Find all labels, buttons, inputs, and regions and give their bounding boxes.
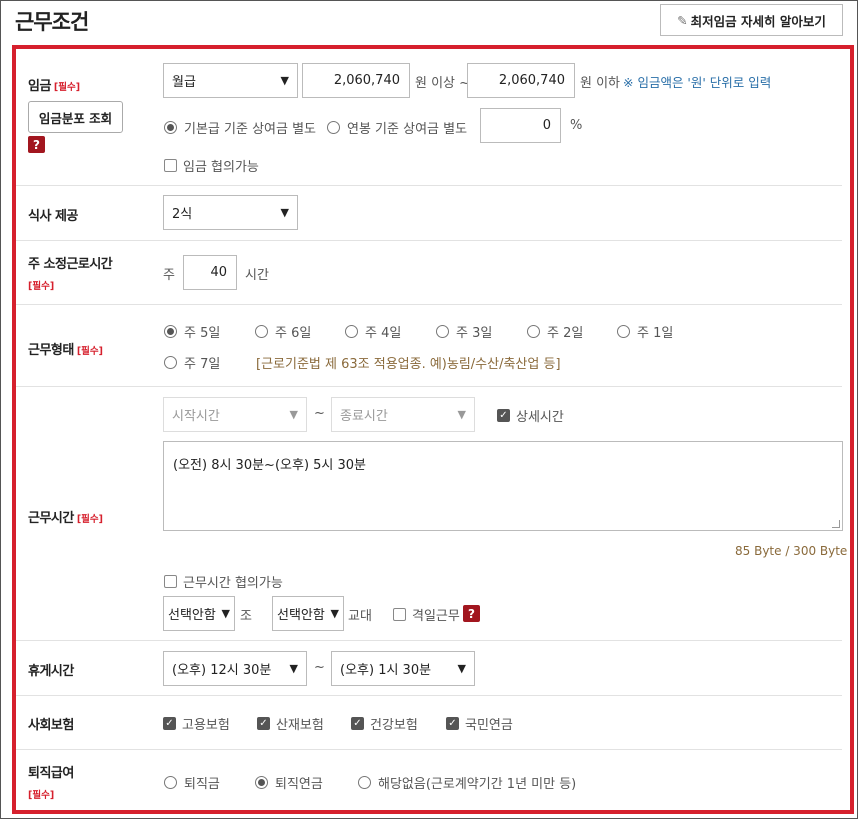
wage-distribution-button[interactable]: 임금분포 조회 [28,101,123,133]
alternate-day-help-icon[interactable]: ? [463,605,480,622]
retirement-radio-none[interactable]: 해당없음(근로계약기간 1년 미만 등) [358,773,576,792]
work-start-select[interactable]: 시작시간 ▼ [163,397,307,432]
divider [16,749,842,750]
chevron-down-icon: ▼ [330,607,339,620]
radio-dot [617,325,630,338]
required-tag: [필수] [28,790,55,801]
wage-max-input[interactable]: 2,060,740 [467,63,575,98]
resize-handle-icon[interactable] [832,520,840,528]
check-icon: ✓ [163,717,176,730]
wage-min-suffix: 원 이상 ~ [415,76,471,91]
chevron-down-icon: ▼ [457,408,466,421]
radio-dot [164,356,177,369]
work-type-radio-2day[interactable]: 주 2일 [527,322,583,341]
check-icon: ✓ [257,717,270,730]
checkbox-box [164,159,177,172]
meal-select[interactable]: 2식 ▼ [163,195,298,230]
percent-unit: % [570,118,583,133]
divider [16,695,842,696]
weekly-hours-input[interactable]: 40 [183,255,237,290]
work-type-radio-3day[interactable]: 주 3일 [436,322,492,341]
detail-time-checkbox[interactable]: ✓ 상세시간 [497,406,564,425]
checkbox-box [164,575,177,588]
required-tag: [필수] [28,281,55,292]
shift-group-suffix: 조 [240,609,252,624]
shift-rotation-suffix: 교대 [348,609,372,624]
wage-help-icon[interactable]: ? [28,136,45,153]
page-title: 근무조건 [15,10,89,34]
divider [16,240,842,241]
checkbox-box [393,608,406,621]
pencil-icon: ✎ [677,12,688,28]
work-type-radio-7day[interactable]: 주 7일 [164,353,220,372]
min-wage-info-label: 최저임금 자세히 알아보기 [690,13,826,29]
check-icon: ✓ [497,409,510,422]
weekly-hours-label: 주 소정근로시간 [28,257,113,272]
work-type-label: 근무형태 [필수] [28,343,104,358]
meal-label: 식사 제공 [28,209,78,224]
work-type-radio-6day[interactable]: 주 6일 [255,322,311,341]
retirement-label: 퇴직급여 [28,766,74,781]
divider [16,386,842,387]
weekly-hours-prefix: 주 [163,268,175,283]
radio-dot [164,325,177,338]
retirement-radio-severance[interactable]: 퇴직금 [164,773,220,792]
work-type-7day-note: [근로기준법 제 63조 적용업종. 예)농림/수산/축산업 등] [256,357,561,372]
work-end-select[interactable]: 종료시간 ▼ [331,397,475,432]
check-icon: ✓ [351,717,364,730]
work-hours-negotiable-checkbox[interactable]: 근무시간 협의가능 [164,572,283,591]
work-hours-label: 근무시간 [필수] [28,511,104,526]
radio-dot [255,325,268,338]
divider [16,304,842,305]
wage-unit-note: ※ 임금액은 '원' 단위로 입력 [623,75,772,90]
retirement-radio-pension[interactable]: 퇴직연금 [255,773,323,792]
health-insurance-checkbox[interactable]: ✓ 건강보험 [351,714,418,733]
alternate-day-checkbox[interactable]: 격일근무 [393,605,460,624]
work-hours-detail-textarea[interactable]: (오전) 8시 30분~(오후) 5시 30분 [163,441,843,531]
shift-group-select[interactable]: 선택안함 ▼ [163,596,235,631]
break-end-select[interactable]: (오후) 1시 30분 ▼ [331,651,475,686]
radio-dot [255,776,268,789]
radio-dot [327,121,340,134]
wage-max-suffix: 원 이하 [580,76,621,91]
min-wage-info-button[interactable]: ✎ 최저임금 자세히 알아보기 [660,4,843,36]
break-start-select[interactable]: (오후) 12시 30분 ▼ [163,651,307,686]
chevron-down-icon: ▼ [289,662,298,675]
radio-dot [436,325,449,338]
insurance-label: 사회보험 [28,718,74,733]
national-pension-checkbox[interactable]: ✓ 국민연금 [446,714,513,733]
wage-label: 임금 [필수] [28,79,81,94]
chevron-down-icon: ▼ [280,206,289,219]
bonus-percent-input[interactable]: 0 [480,108,561,143]
wage-negotiable-checkbox[interactable]: 임금 협의가능 [164,156,259,175]
work-hours-tilde: ~ [314,406,325,421]
radio-dot [527,325,540,338]
radio-dot [358,776,371,789]
wage-type-select[interactable]: 월급 ▼ [163,63,298,98]
break-time-label: 휴게시간 [28,664,74,679]
employment-insurance-checkbox[interactable]: ✓ 고용보험 [163,714,230,733]
chevron-down-icon: ▼ [457,662,466,675]
bonus-annual-radio[interactable]: 연봉 기준 상여금 별도 [327,118,467,137]
weekly-hours-unit: 시간 [245,268,269,283]
check-icon: ✓ [446,717,459,730]
radio-dot [345,325,358,338]
industrial-insurance-checkbox[interactable]: ✓ 산재보험 [257,714,324,733]
chevron-down-icon: ▼ [221,607,230,620]
radio-dot [164,776,177,789]
shift-rotation-select[interactable]: 선택안함 ▼ [272,596,344,631]
bonus-base-radio[interactable]: 기본급 기준 상여금 별도 [164,118,316,137]
work-type-radio-4day[interactable]: 주 4일 [345,322,401,341]
chevron-down-icon: ▼ [280,74,289,87]
divider [16,185,842,186]
byte-counter: 85 Byte / 300 Byte [735,544,848,558]
divider [16,640,842,641]
wage-min-input[interactable]: 2,060,740 [302,63,410,98]
chevron-down-icon: ▼ [289,408,298,421]
work-type-radio-5day[interactable]: 주 5일 [164,322,220,341]
radio-dot [164,121,177,134]
work-type-radio-1day[interactable]: 주 1일 [617,322,673,341]
break-time-tilde: ~ [314,660,325,675]
